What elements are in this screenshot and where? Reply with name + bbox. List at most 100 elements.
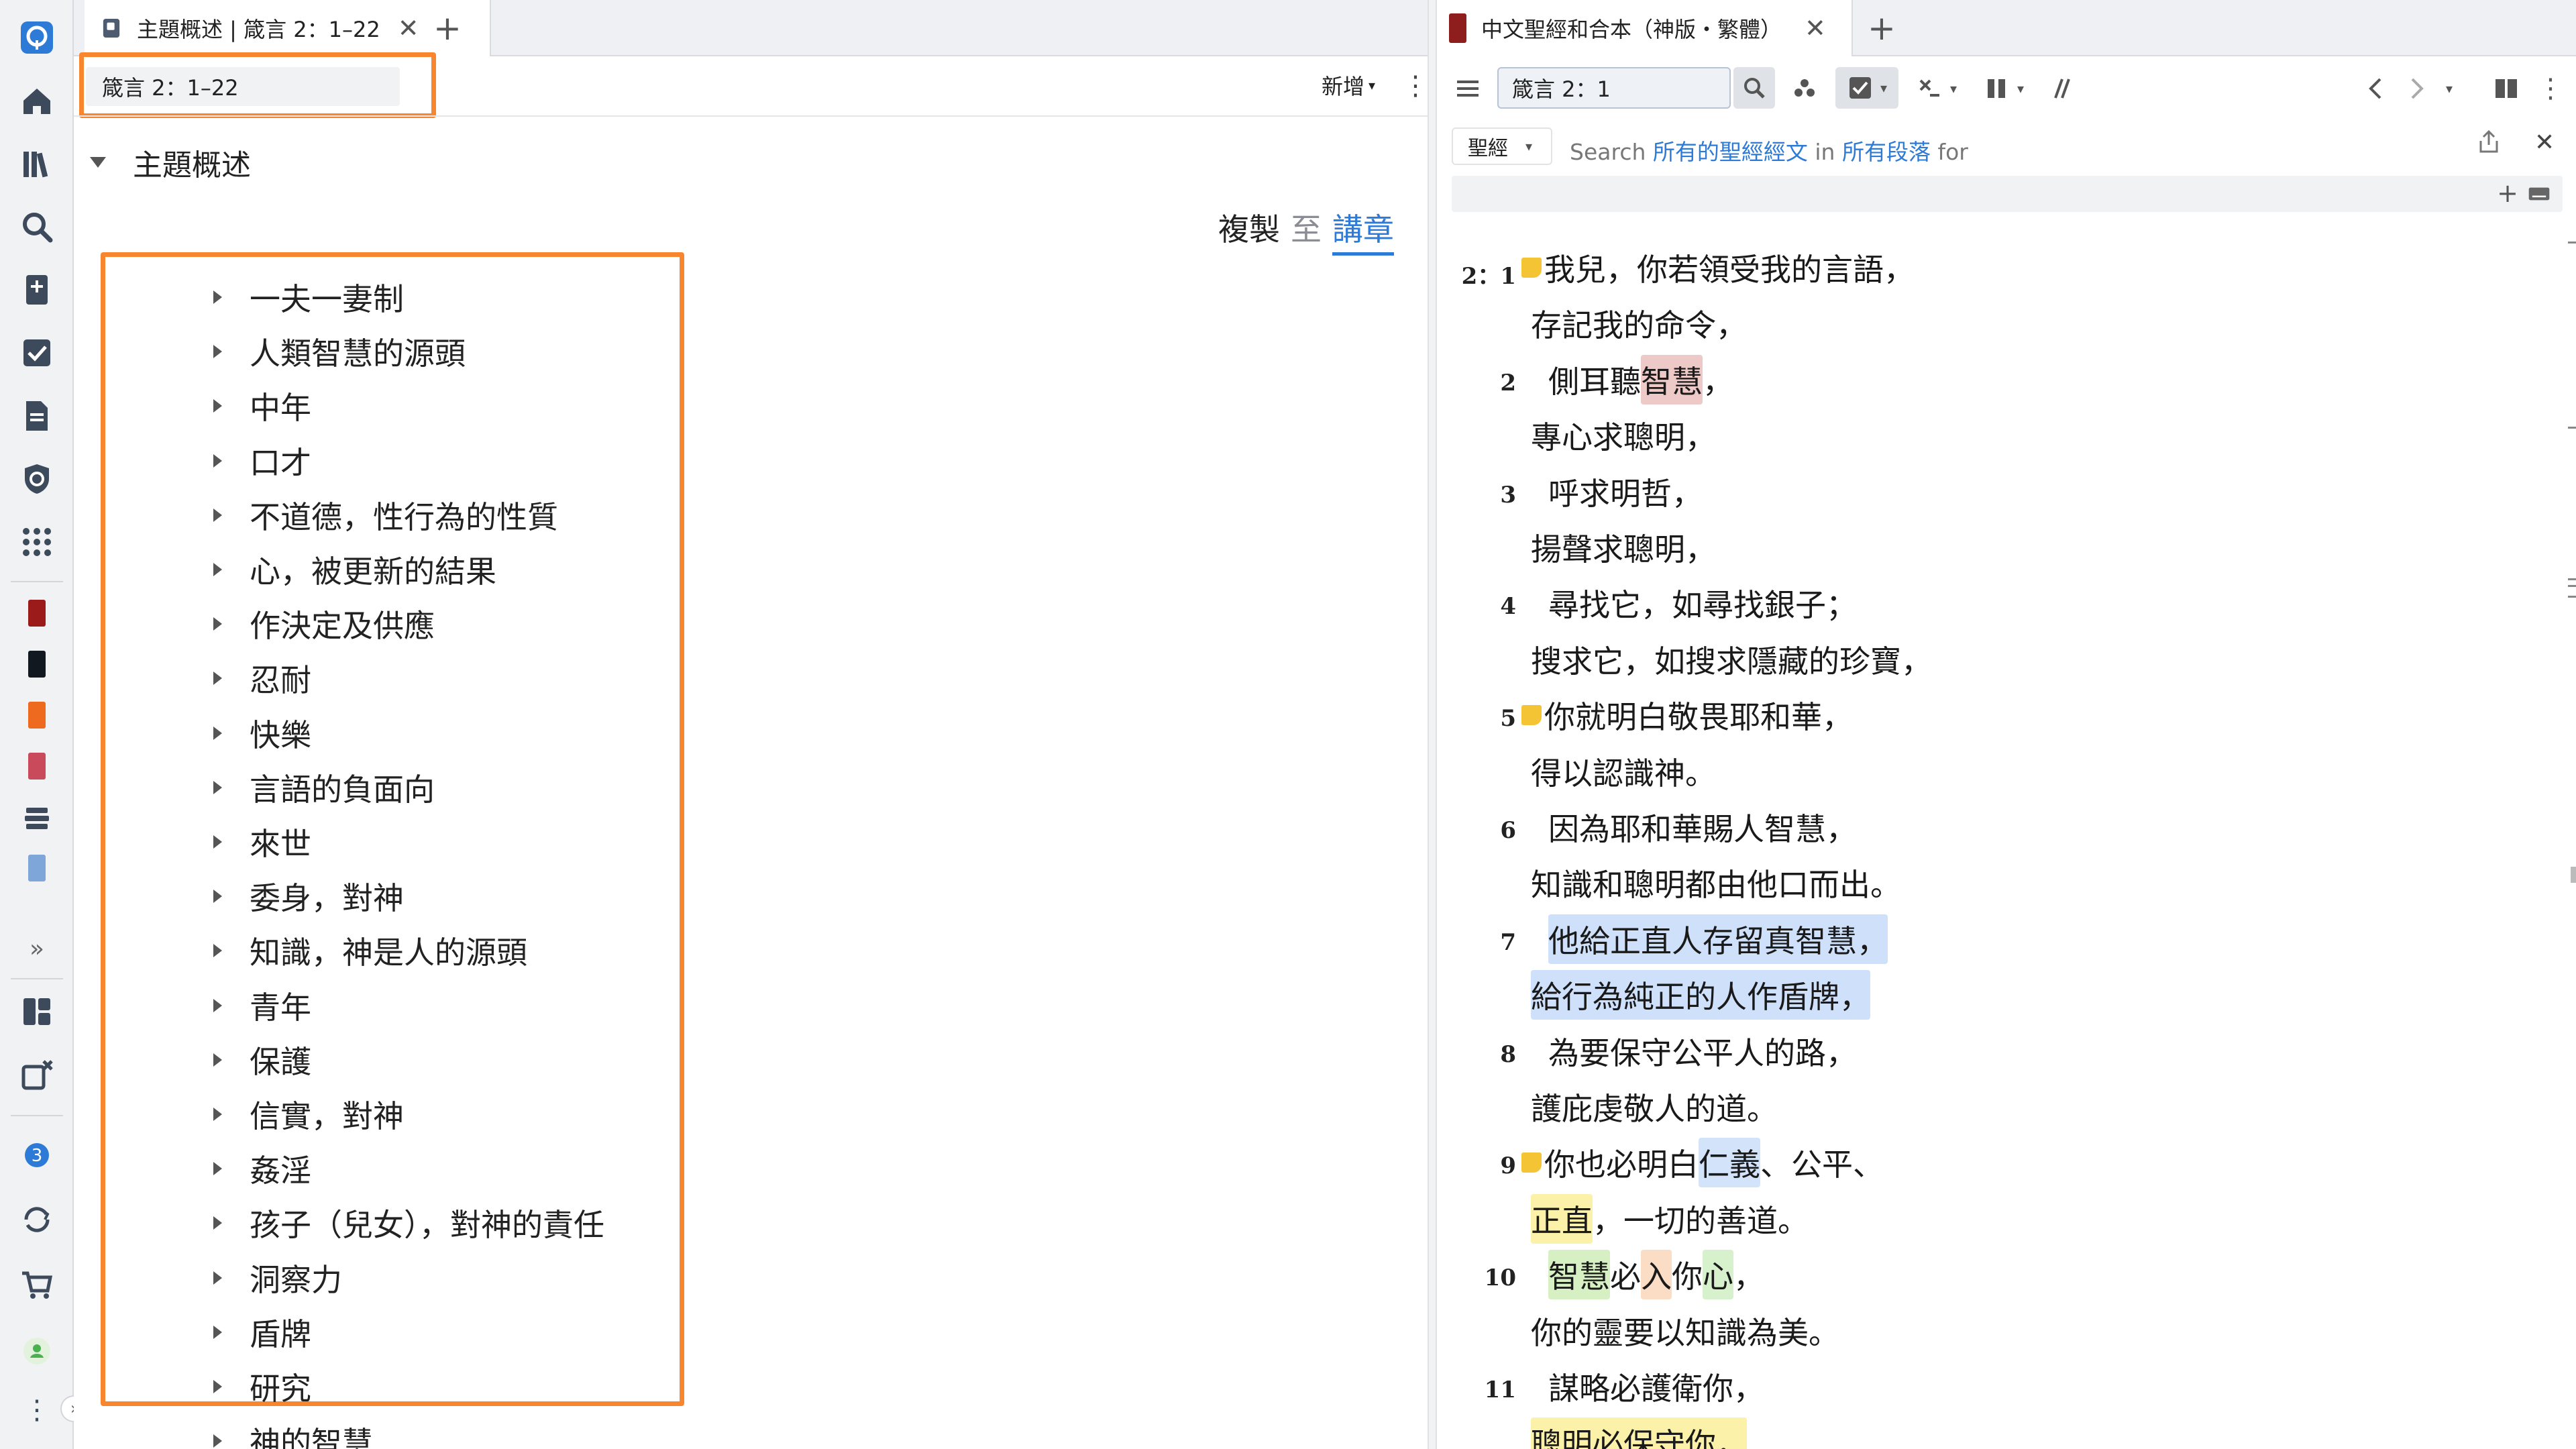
sync-icon[interactable]	[15, 1198, 58, 1241]
search-range-link[interactable]: 所有段落	[1842, 139, 1931, 165]
split-view-icon[interactable]	[2490, 72, 2522, 105]
book-pink-icon[interactable]	[28, 753, 46, 780]
topic-item[interactable]: 心，被更新的結果	[126, 546, 496, 593]
book-blue-icon[interactable]	[28, 855, 46, 881]
expand-triangle-icon[interactable]	[213, 1108, 222, 1121]
search-icon[interactable]	[15, 205, 58, 248]
apps-grid-icon[interactable]	[15, 521, 58, 564]
interlinear-button[interactable]: ▾	[1909, 72, 1964, 105]
topic-item[interactable]: 委身，對神	[126, 873, 404, 920]
layout-icon[interactable]	[15, 990, 58, 1033]
add-tab-button[interactable]: +	[1868, 8, 1896, 48]
verse-number[interactable]: 8	[1500, 1041, 1516, 1068]
expand-triangle-icon[interactable]	[213, 1216, 222, 1230]
tab-topic-guide[interactable]: 主題概述 | 箴言 2：1–22 ✕	[85, 0, 491, 56]
slash-icon[interactable]	[2045, 72, 2077, 105]
topic-item[interactable]: 知識，神是人的源頭	[126, 927, 527, 974]
note-icon[interactable]	[1521, 1152, 1542, 1173]
notification-icon[interactable]: 3	[15, 1134, 58, 1177]
verse-number[interactable]: 11	[1485, 1377, 1516, 1403]
tab-bible[interactable]: 中文聖經和合本（神版・繁體） ✕	[1437, 0, 1853, 56]
note-icon[interactable]	[1521, 705, 1542, 726]
expand-triangle-icon[interactable]	[213, 1380, 222, 1393]
expand-triangle-icon[interactable]	[213, 453, 222, 468]
topic-item[interactable]: 盾牌	[126, 1309, 311, 1356]
verse-number[interactable]: 2	[1500, 370, 1516, 396]
shield-icon[interactable]	[15, 458, 58, 500]
cart-icon[interactable]	[15, 1264, 58, 1307]
expand-triangle-icon[interactable]	[213, 617, 222, 631]
expand-triangle-icon[interactable]	[213, 1271, 222, 1285]
expand-triangle-icon[interactable]	[213, 780, 222, 794]
expand-triangle-icon[interactable]	[213, 508, 222, 522]
expand-triangle-icon[interactable]	[213, 890, 222, 904]
topic-item[interactable]: 作決定及供應	[126, 600, 435, 647]
topic-item[interactable]: 一夫一妻制	[126, 274, 404, 321]
scrollbar-thumb[interactable]	[2571, 867, 2576, 883]
search-input[interactable]: +	[1452, 176, 2563, 212]
expand-triangle-icon[interactable]	[213, 399, 222, 413]
note-icon[interactable]	[1521, 258, 1542, 278]
library-icon[interactable]	[15, 142, 58, 185]
expand-triangle-icon[interactable]	[213, 998, 222, 1012]
expand-triangle-icon[interactable]	[213, 835, 222, 849]
back-icon[interactable]	[2360, 72, 2392, 105]
close-panels-icon[interactable]	[15, 1053, 58, 1096]
topic-item[interactable]: 人類智慧的源頭	[126, 328, 466, 375]
expand-triangle-icon[interactable]	[213, 1434, 222, 1448]
verse-number[interactable]: 6	[1500, 817, 1516, 844]
add-document-icon[interactable]	[15, 268, 58, 311]
verse-number[interactable]: 3	[1500, 482, 1516, 508]
topic-item[interactable]: 來世	[126, 818, 311, 865]
share-icon[interactable]	[2475, 129, 2502, 158]
expand-triangle-icon[interactable]	[213, 672, 222, 686]
parallel-button[interactable]: ▾	[1976, 72, 2031, 105]
layers-icon[interactable]	[15, 796, 58, 839]
topic-item[interactable]: 信實，對神	[126, 1091, 404, 1138]
expand-triangle-icon[interactable]	[213, 944, 222, 958]
verse-number[interactable]: 10	[1485, 1265, 1516, 1291]
new-button[interactable]: 新增 ▾	[1322, 70, 1375, 101]
user-icon[interactable]	[15, 1330, 58, 1373]
expand-icon[interactable]: »	[15, 927, 58, 970]
expand-triangle-icon[interactable]	[213, 345, 222, 359]
search-scope-link[interactable]: 所有的聖經經文	[1653, 139, 1808, 165]
logos-icon[interactable]	[15, 16, 58, 59]
document-icon[interactable]	[15, 394, 58, 437]
verse-number[interactable]: 4	[1500, 593, 1516, 620]
topic-item[interactable]: 忍耐	[126, 655, 311, 702]
expand-triangle-icon[interactable]	[213, 290, 222, 304]
topic-item[interactable]: 孩子（兒女），對神的責任	[126, 1199, 604, 1246]
verse-number[interactable]: 9	[1500, 1152, 1516, 1179]
close-search-icon[interactable]: ✕	[2534, 129, 2555, 156]
close-icon[interactable]: ✕	[398, 13, 419, 43]
home-icon[interactable]	[15, 79, 58, 122]
topic-item[interactable]: 快樂	[126, 710, 311, 757]
forward-icon[interactable]	[2400, 72, 2432, 105]
more-options-icon[interactable]: ⋮	[2537, 72, 2564, 105]
visual-filter-icon[interactable]	[1786, 72, 1823, 105]
expand-triangle-icon[interactable]	[213, 726, 222, 740]
topic-item[interactable]: 姦淫	[126, 1145, 311, 1192]
book-orange-icon[interactable]	[28, 702, 46, 729]
panel-divider[interactable]	[1428, 0, 1437, 1449]
more-icon[interactable]: ⋮	[15, 1389, 58, 1432]
history-dropdown-icon[interactable]: ▾	[2439, 72, 2459, 105]
bible-reference-input[interactable]: 箴言 2：1	[1497, 67, 1731, 109]
menu-icon[interactable]	[1452, 72, 1484, 105]
topic-item[interactable]: 洞察力	[126, 1254, 342, 1301]
expand-triangle-icon[interactable]	[213, 1053, 222, 1067]
topic-item[interactable]: 言語的負面向	[126, 764, 435, 811]
bible-scope-dropdown[interactable]: 聖經 ▾	[1452, 127, 1552, 165]
topic-item[interactable]: 研究	[126, 1363, 311, 1410]
topic-item[interactable]: 青年	[126, 982, 311, 1029]
add-icon[interactable]: +	[2497, 178, 2518, 208]
sermon-link[interactable]: 講章	[1332, 205, 1394, 256]
verse-number[interactable]: 5	[1500, 705, 1516, 732]
book-black-icon[interactable]	[28, 651, 46, 678]
expand-triangle-icon[interactable]	[213, 563, 222, 576]
book-red-icon[interactable]	[28, 600, 46, 627]
expand-triangle-icon[interactable]	[213, 1162, 222, 1176]
topic-item[interactable]: 保護	[126, 1036, 311, 1083]
highlighting-button[interactable]: ▾	[1835, 67, 1898, 109]
